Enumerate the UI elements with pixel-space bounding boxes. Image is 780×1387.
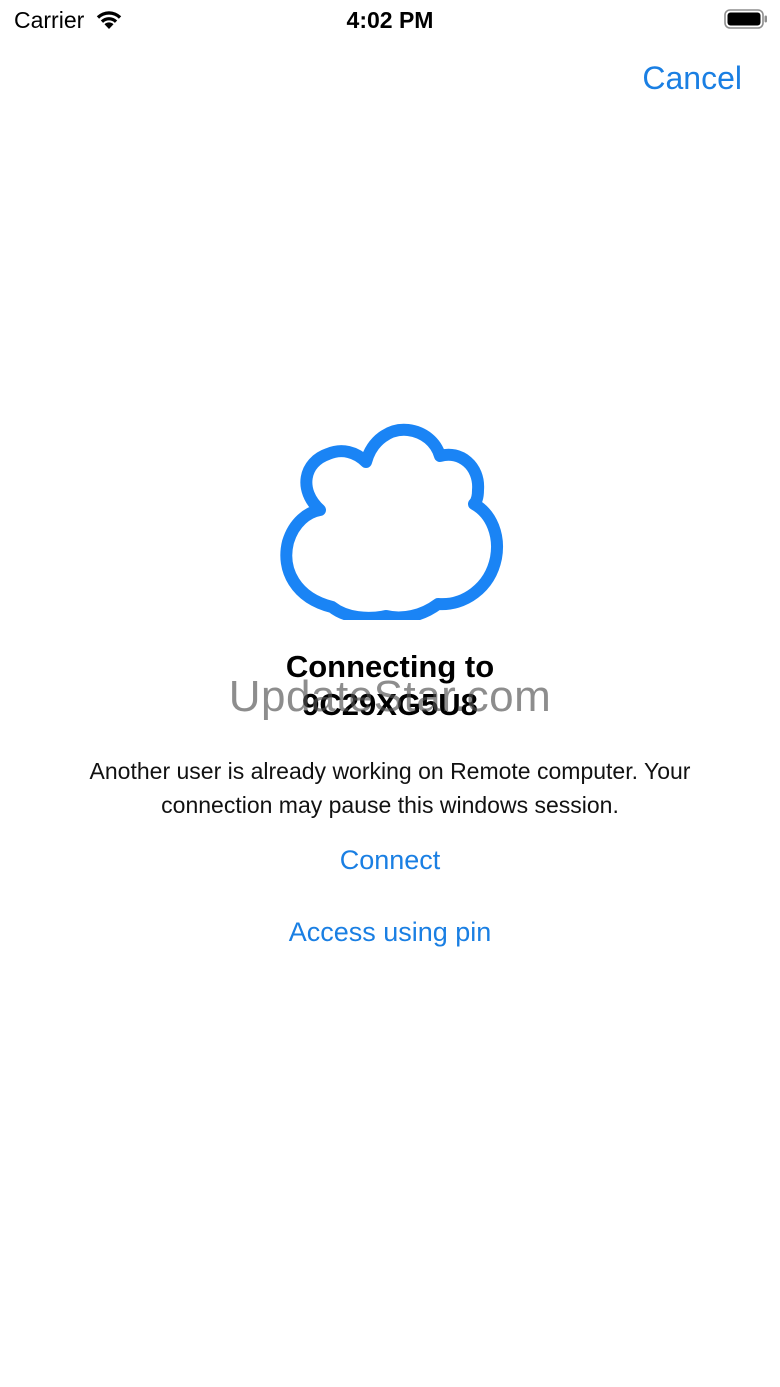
access-using-pin-button[interactable]: Access using pin (0, 917, 780, 948)
session-warning-message: Another user is already working on Remot… (89, 758, 691, 818)
battery-icon (724, 9, 767, 29)
status-time: 4:02 PM (346, 7, 434, 33)
status-bar: Carrier 4:02 PM (0, 0, 780, 40)
watermark-text: UpdateStar.com (228, 672, 552, 721)
cloud-icon (280, 423, 503, 620)
connect-button[interactable]: Connect (0, 845, 780, 876)
cancel-button[interactable]: Cancel (642, 60, 742, 97)
